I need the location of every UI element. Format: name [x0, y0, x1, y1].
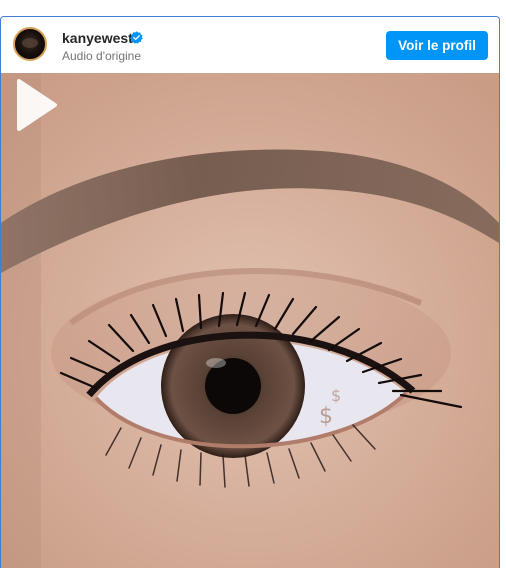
post-header: kanyewest Audio d'origine Voir le profil — [1, 17, 499, 73]
avatar-image — [22, 38, 38, 48]
video-thumbnail[interactable]: $ $ — [1, 73, 499, 568]
svg-text:$: $ — [331, 386, 341, 405]
view-profile-button[interactable]: Voir le profil — [386, 31, 488, 60]
play-icon[interactable] — [1, 73, 65, 137]
avatar[interactable] — [13, 27, 47, 61]
verified-badge-icon — [130, 31, 143, 44]
eye-closeup-image: $ $ — [1, 73, 499, 568]
username-link[interactable]: kanyewest — [62, 30, 133, 46]
svg-text:$: $ — [319, 404, 333, 429]
instagram-embed: kanyewest Audio d'origine Voir le profil — [0, 16, 500, 568]
audio-subtitle-link[interactable]: Audio d'origine — [62, 49, 141, 63]
